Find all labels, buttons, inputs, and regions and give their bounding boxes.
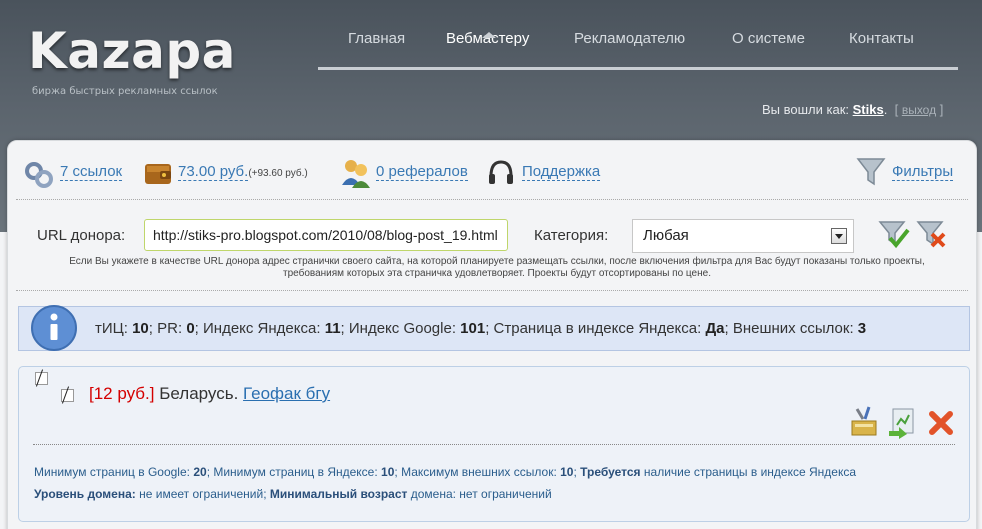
stat-filters: Фильтры — [892, 163, 954, 181]
login-label: Вы вошли как: — [762, 102, 850, 117]
users-icon — [342, 160, 370, 188]
edit-tools-icon[interactable] — [849, 405, 881, 439]
pr-label: PR: — [157, 320, 183, 337]
req-required-label: Требуется — [580, 465, 641, 479]
pr-value: 0 — [186, 320, 195, 337]
tic-label: тИЦ: — [95, 320, 128, 337]
project-price: [12 руб.] — [89, 384, 155, 403]
site-info-bar: тИЦ: 10; PR: 0; Индекс Яндекса: 11; Инде… — [18, 305, 970, 351]
support-link[interactable]: Поддержка — [522, 163, 601, 181]
project-separator — [33, 444, 955, 445]
nav-about[interactable]: О системе — [732, 30, 805, 47]
req-domain-level-value: не имеет ограничений — [139, 487, 264, 501]
main-nav: Главная Вебмастеру Рекламодателю О систе… — [318, 28, 958, 70]
headset-icon — [489, 160, 513, 184]
site-tagline: биржа быстрых рекламных ссылок — [32, 86, 218, 97]
filters-link[interactable]: Фильтры — [892, 163, 954, 181]
wallet-icon — [145, 164, 171, 184]
project-requirements-1: Минимум страниц в Google: 20; Минимум ст… — [34, 465, 857, 479]
nav-contacts[interactable]: Контакты — [849, 30, 914, 47]
tic-value: 10 — [132, 320, 149, 337]
req-min-yandex-label: Минимум страниц в Яндексе: — [213, 465, 378, 479]
reset-filter-icon[interactable] — [916, 218, 948, 250]
url-donor-input[interactable]: http://stiks-pro.blogspot.com/2010/08/bl… — [144, 219, 508, 251]
close-icon[interactable] — [927, 409, 955, 437]
req-domain-level-label: Уровень домена: — [34, 487, 136, 501]
category-select[interactable]: Любая — [632, 219, 854, 253]
site-logo[interactable]: Kazapa — [28, 22, 236, 80]
req-min-google-value: 20 — [193, 465, 207, 479]
page-indexed-value: Да — [705, 320, 725, 337]
chevron-down-icon[interactable] — [831, 228, 847, 244]
site-metrics: тИЦ: 10; PR: 0; Индекс Яндекса: 11; Инде… — [95, 320, 867, 337]
external-links-label: Внешних ссылок: — [732, 320, 854, 337]
balance-link[interactable]: 73.00 руб. — [178, 163, 249, 181]
stat-balance: 73.00 руб.(+93.60 руб.) — [178, 163, 308, 181]
project-region: Беларусь. — [159, 384, 239, 403]
category-label: Категория: — [534, 227, 609, 244]
nav-active-caret — [482, 32, 496, 38]
username-link[interactable]: Stiks — [853, 102, 884, 117]
page-indexed-label: Страница в индексе Яндекса: — [493, 320, 702, 337]
links-count-link[interactable]: 7 ссылок — [60, 163, 123, 181]
project-requirements-2: Уровень домена: не имеет ограничений; Ми… — [34, 487, 552, 501]
stat-support: Поддержка — [522, 163, 601, 181]
filter-form: URL донора: http://stiks-pro.blogspot.co… — [16, 199, 968, 291]
category-selected-value: Любая — [643, 227, 689, 244]
login-status: Вы вошли как: Stiks. [ выход ] — [762, 102, 944, 117]
stat-links: 7 ссылок — [60, 163, 123, 181]
url-donor-hint: Если Вы укажете в качестве URL донора ад… — [69, 256, 925, 279]
logout-link[interactable]: выход — [902, 103, 936, 117]
req-required-value: наличие страницы в индексе Яндекса — [643, 465, 857, 479]
nav-home[interactable]: Главная — [348, 30, 405, 47]
info-icon — [31, 305, 77, 351]
balance-extra: (+93.60 руб.) — [248, 168, 308, 179]
move-to-icon[interactable] — [887, 405, 919, 439]
external-links-value: 3 — [857, 320, 867, 337]
select-all-checkbox[interactable] — [35, 372, 48, 385]
bracket-close: ] — [939, 102, 944, 117]
stat-referrals: 0 рефералов — [376, 163, 468, 181]
req-min-yandex-value: 10 — [381, 465, 395, 479]
project-name-link[interactable]: Геофак бгу — [243, 384, 330, 403]
req-min-google-label: Минимум страниц в Google: — [34, 465, 190, 479]
chain-links-icon — [25, 162, 53, 188]
yandex-index-label: Индекс Яндекса: — [203, 320, 321, 337]
project-checkbox[interactable] — [61, 389, 74, 402]
req-min-age-label: Минимальный возраст — [269, 487, 408, 501]
funnel-icon — [856, 158, 886, 186]
url-donor-label: URL донора: — [37, 227, 126, 244]
apply-filter-icon[interactable] — [878, 218, 910, 250]
yandex-index-value: 11 — [324, 320, 341, 337]
project-title: [12 руб.] Беларусь. Геофак бгу — [89, 384, 330, 404]
req-min-age-value: домена: нет ограничений — [410, 487, 552, 501]
bracket-open: [ — [894, 102, 899, 117]
google-index-value: 101 — [460, 320, 486, 337]
nav-advertiser[interactable]: Рекламодателю — [574, 30, 685, 47]
req-max-external-label: Максимум внешних ссылок: — [401, 465, 557, 479]
project-card: [12 руб.] Беларусь. Геофак бгу Минимум с… — [18, 366, 970, 522]
referrals-link[interactable]: 0 рефералов — [376, 163, 468, 181]
req-max-external-value: 10 — [560, 465, 574, 479]
google-index-label: Индекс Google: — [348, 320, 456, 337]
main-panel: 7 ссылок 73.00 руб.(+93.60 руб.) 0 рефер… — [7, 140, 977, 529]
